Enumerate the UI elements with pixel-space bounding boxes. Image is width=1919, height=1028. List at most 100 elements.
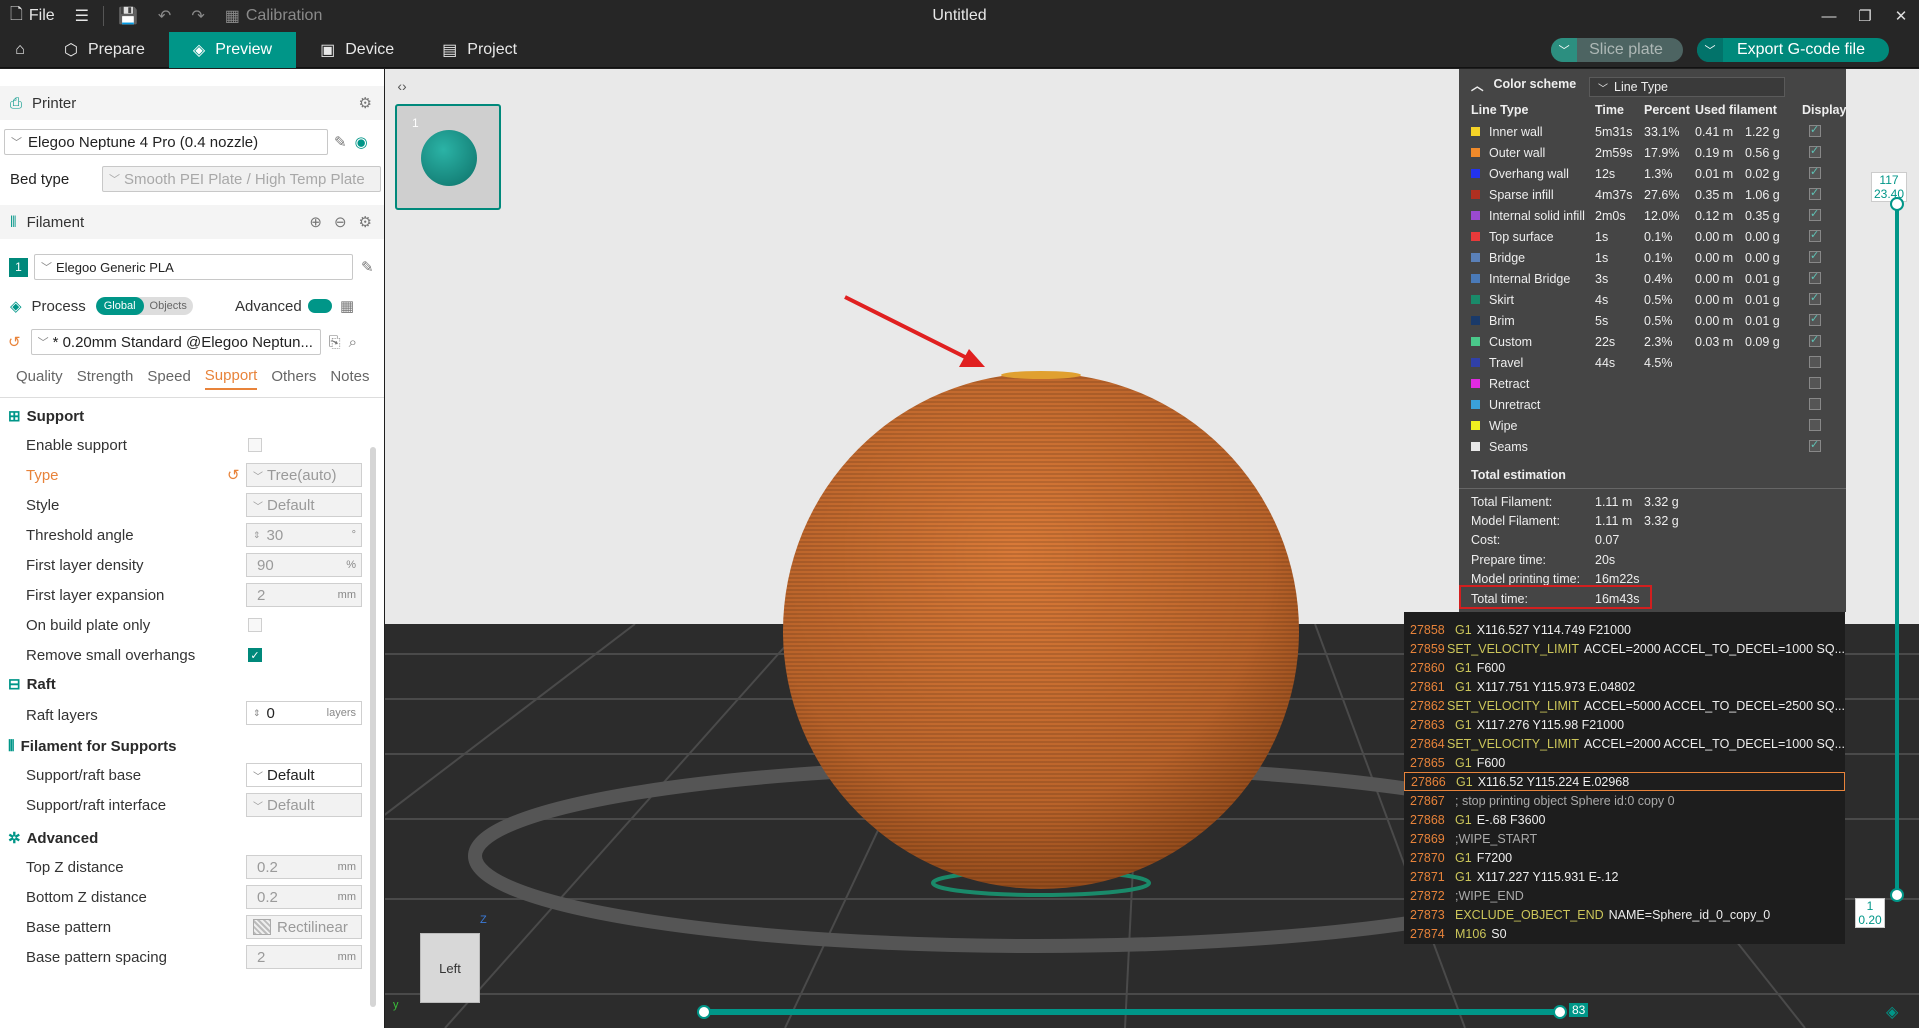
reset-icon[interactable]: ↺ [8, 333, 21, 351]
gcode-line[interactable]: 27871 G1 X117.227 Y115.931 E-.12 [1404, 867, 1845, 886]
close-icon[interactable]: ✕ [1883, 0, 1919, 32]
redo-button[interactable]: ↷ [181, 0, 214, 32]
threshold-angle-spinner[interactable]: ⇕ 30 ° [246, 523, 362, 547]
bottom-z-input[interactable]: 0.2 mm [246, 885, 362, 909]
undo-button[interactable]: ↶ [148, 0, 181, 32]
display-checkbox[interactable] [1809, 207, 1821, 221]
tab-prepare[interactable]: ⬡ Prepare [40, 32, 169, 68]
collapse-icon[interactable]: ︿ [1471, 75, 1484, 94]
display-checkbox[interactable] [1809, 356, 1821, 368]
scope-objects[interactable]: Objects [144, 297, 193, 315]
display-checkbox[interactable] [1809, 186, 1821, 200]
gcode-line[interactable]: 27868 G1 E-.68 F3600 [1404, 810, 1845, 829]
restore-icon[interactable]: ❐ [1847, 0, 1883, 32]
display-checkbox[interactable] [1809, 144, 1821, 158]
tab-strength[interactable]: Strength [77, 368, 134, 389]
display-checkbox[interactable] [1809, 333, 1821, 347]
first-layer-expansion-input[interactable]: 2 mm [246, 583, 362, 607]
display-checkbox[interactable] [1809, 228, 1821, 242]
tab-notes[interactable]: Notes [330, 368, 369, 389]
save-button[interactable]: 💾 [108, 0, 148, 32]
layer-slider-top-handle[interactable] [1890, 197, 1904, 211]
tab-speed[interactable]: Speed [147, 368, 190, 389]
reset-icon[interactable]: ↺ [227, 466, 240, 484]
display-checkbox[interactable] [1809, 270, 1821, 284]
raft-layers-spinner[interactable]: ⇕ 0 layers [246, 701, 362, 725]
first-layer-density-input[interactable]: 90% [246, 553, 362, 577]
gcode-line[interactable]: 27862 SET_VELOCITY_LIMIT ACCEL=5000 ACCEL_… [1404, 696, 1845, 715]
gcode-line[interactable]: 27864 SET_VELOCITY_LIMIT ACCEL=2000 ACCEL_… [1404, 734, 1845, 753]
display-checkbox[interactable] [1809, 123, 1821, 137]
gcode-line[interactable]: 27870 G1 F7200 [1404, 848, 1845, 867]
enable-support-checkbox[interactable] [248, 438, 262, 452]
build-plate-only-checkbox[interactable] [248, 618, 262, 632]
tab-preview[interactable]: ◈ Preview [168, 31, 297, 68]
settings-sliders-icon[interactable]: ⚙ [359, 213, 372, 231]
gcode-line[interactable]: 27872 ;WIPE_END [1404, 886, 1845, 905]
edit-icon[interactable]: ✎ [334, 133, 347, 151]
gcode-line[interactable]: 27859 SET_VELOCITY_LIMIT ACCEL=2000 ACCEL_… [1404, 639, 1845, 658]
save-icon[interactable]: ⎘ [329, 334, 341, 351]
support-base-select[interactable]: ﹀ Default [246, 763, 362, 787]
slice-plate-button[interactable]: ﹀ Slice plate [1551, 38, 1683, 62]
settings-sliders-icon[interactable]: ⚙ [359, 94, 372, 112]
support-type-select[interactable]: ﹀ Tree(auto) [246, 463, 362, 487]
tab-support[interactable]: Support [204, 367, 258, 390]
minimize-icon[interactable]: — [1811, 0, 1847, 32]
remove-filament-icon[interactable]: ⊖ [334, 213, 347, 231]
spinner-icon[interactable]: ⇕ [253, 530, 261, 541]
gcode-line[interactable]: 27867 ; stop printing object Sphere id:0 … [1404, 791, 1845, 810]
move-slider-end-handle[interactable] [1553, 1005, 1567, 1019]
display-checkbox[interactable] [1809, 165, 1821, 179]
gcode-line[interactable]: 27866 G1 X116.52 Y115.224 E.02968 [1404, 772, 1845, 791]
bed-type-select[interactable]: ﹀ Smooth PEI Plate / High Temp Plate [102, 166, 381, 192]
printer-select[interactable]: ﹀ Elegoo Neptune 4 Pro (0.4 nozzle) [4, 129, 328, 155]
layer-slider-bottom-handle[interactable] [1890, 888, 1904, 902]
tab-device[interactable]: ▣ Device [296, 32, 418, 68]
spinner-icon[interactable]: ⇕ [253, 708, 261, 719]
display-checkbox[interactable] [1809, 312, 1821, 326]
gcode-line[interactable]: 27858 G1 X116.527 Y114.749 F21000 [1404, 620, 1845, 639]
base-pattern-select[interactable]: Rectilinear [246, 915, 362, 939]
export-gcode-button[interactable]: ﹀ Export G-code file [1696, 38, 1889, 62]
filament-select[interactable]: ﹀ Elegoo Generic PLA [34, 254, 353, 280]
add-filament-icon[interactable]: ⊕ [309, 213, 322, 231]
top-z-input[interactable]: 0.2 mm [246, 855, 362, 879]
display-checkbox[interactable] [1809, 377, 1821, 389]
display-checkbox[interactable] [1809, 249, 1821, 263]
base-pattern-spacing-input[interactable]: 2 mm [246, 945, 362, 969]
gcode-line[interactable]: 27874 M106 S0 [1404, 924, 1845, 943]
compare-icon[interactable]: ▦ [340, 297, 354, 315]
menu-button[interactable]: ☰ [65, 0, 99, 32]
support-interface-select[interactable]: ﹀ Default [246, 793, 362, 817]
remove-small-overhangs-checkbox[interactable]: ✓ [248, 648, 262, 662]
gcode-line[interactable]: 27863 G1 X117.276 Y115.98 F21000 [1404, 715, 1845, 734]
gcode-line[interactable]: 27861 G1 X117.751 Y115.973 E.04802 [1404, 677, 1845, 696]
gcode-line[interactable]: 27873 EXCLUDE_OBJECT_END NAME=Sphere_id_0_… [1404, 905, 1845, 924]
display-checkbox[interactable] [1809, 398, 1821, 410]
view-cube[interactable]: Left [420, 933, 480, 1003]
scope-toggle[interactable]: Global Objects [95, 297, 193, 315]
move-slider-start-handle[interactable] [697, 1005, 711, 1019]
advanced-toggle[interactable] [308, 299, 332, 313]
display-checkbox[interactable] [1809, 291, 1821, 305]
chevron-down-icon[interactable]: ﹀ [1696, 38, 1723, 62]
gcode-line[interactable]: 27865 G1 F600 [1404, 753, 1845, 772]
sidebar-scrollbar[interactable] [370, 447, 376, 1007]
layer-slider[interactable] [1895, 200, 1899, 897]
display-checkbox[interactable] [1809, 438, 1821, 452]
tab-project[interactable]: ▤ Project [418, 32, 541, 68]
process-preset-select[interactable]: ﹀ * 0.20mm Standard @Elegoo Neptun... [30, 329, 321, 355]
display-checkbox[interactable] [1809, 419, 1821, 431]
layers-icon[interactable]: ◈ [1886, 1002, 1898, 1022]
move-slider[interactable] [697, 1009, 1563, 1015]
filament-slot-badge[interactable]: 1 [9, 257, 28, 277]
home-icon[interactable]: ⌂ [0, 32, 40, 68]
edit-icon[interactable]: ✎ [361, 258, 374, 276]
support-style-select[interactable]: ﹀ Default [246, 493, 362, 517]
chevron-down-icon[interactable]: ﹀ [1551, 38, 1578, 62]
tab-others[interactable]: Others [271, 368, 316, 389]
color-scheme-select[interactable]: ﹀ Line Type [1589, 77, 1785, 97]
gcode-line[interactable]: 27869 ;WIPE_START [1404, 829, 1845, 848]
search-icon[interactable]: ⌕ [349, 334, 357, 351]
